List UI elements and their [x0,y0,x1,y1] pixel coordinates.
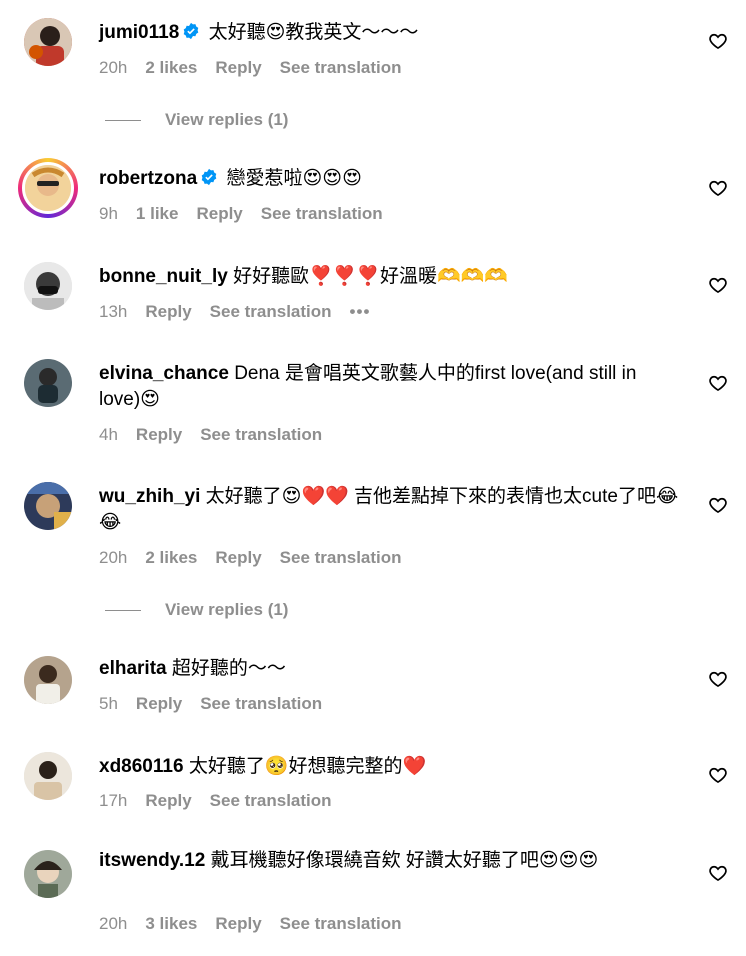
see-translation-button[interactable]: See translation [280,58,402,78]
verified-badge-icon [183,22,199,40]
avatar[interactable] [24,656,72,704]
comment-body: elvina_chance Dena 是會唱英文歌藝人中的first love(… [99,361,679,413]
reply-button[interactable]: Reply [196,204,242,224]
comment-body: robertzona 戀愛惹啦😍😍😍 [99,166,679,192]
comment-meta: 20h 2 likes Reply See translation [99,548,402,568]
comment-text: 超好聽的～～ [171,658,286,679]
view-replies-label: View replies (1) [165,110,289,129]
reply-button[interactable]: Reply [215,914,261,934]
heart-outline-icon[interactable] [708,373,728,393]
timestamp[interactable]: 20h [99,58,127,78]
heart-outline-icon[interactable] [708,275,728,295]
see-translation-button[interactable]: See translation [280,914,402,934]
heart-outline-icon[interactable] [708,31,728,51]
comment-meta: 5h Reply See translation [99,694,322,714]
comment-meta: 17h Reply See translation [99,791,332,811]
comment-meta: 9h 1 like Reply See translation [99,204,383,224]
timestamp[interactable]: 4h [99,425,118,445]
reply-button[interactable]: Reply [136,425,182,445]
timestamp[interactable]: 9h [99,204,118,224]
avatar[interactable] [24,262,72,310]
timestamp[interactable]: 20h [99,548,127,568]
timestamp[interactable]: 20h [99,914,127,934]
likes-count[interactable]: 3 likes [145,914,197,934]
see-translation-button[interactable]: See translation [200,694,322,714]
heart-outline-icon[interactable] [708,495,728,515]
comment-meta: 4h Reply See translation [99,425,322,445]
username[interactable]: bonne_nuit_ly [99,266,228,287]
heart-outline-icon[interactable] [708,178,728,198]
see-translation-button[interactable]: See translation [210,791,332,811]
comment-text: 太好聽😍教我英文～～～ [208,22,419,43]
comment-meta: 13h Reply See translation ••• [99,302,370,322]
username[interactable]: itswendy.12 [99,850,205,871]
comment-text: 好好聽歐❣️❣️❣️好溫暖🫶🫶🫶 [233,266,509,287]
reply-button[interactable]: Reply [215,548,261,568]
see-translation-button[interactable]: See translation [200,425,322,445]
verified-badge-icon [201,168,217,186]
comment-body: jumi0118 太好聽😍教我英文～～～ [99,20,679,46]
comment-body: wu_zhih_yi 太好聽了😍❤️❤️ 吉他差點掉下來的表情也太cute了吧😂… [99,484,679,536]
heart-outline-icon[interactable] [708,863,728,883]
reply-button[interactable]: Reply [215,58,261,78]
see-translation-button[interactable]: See translation [210,302,332,322]
reply-button[interactable]: Reply [145,791,191,811]
comment-text: 太好聽了🥺好想聽完整的❤️ [188,756,427,777]
avatar[interactable] [24,752,72,800]
heart-outline-icon[interactable] [708,765,728,785]
timestamp[interactable]: 5h [99,694,118,714]
more-options-icon[interactable]: ••• [350,302,371,322]
divider [105,609,141,611]
comment-meta: 20h 3 likes Reply See translation [99,914,402,934]
timestamp[interactable]: 13h [99,302,127,322]
heart-outline-icon[interactable] [708,669,728,689]
comment-body: bonne_nuit_ly 好好聽歐❣️❣️❣️好溫暖🫶🫶🫶 [99,264,679,290]
username[interactable]: robertzona [99,168,197,189]
avatar[interactable] [18,158,78,218]
username[interactable]: wu_zhih_yi [99,486,200,507]
view-replies-button[interactable]: View replies (1) [105,110,288,130]
avatar[interactable] [24,18,72,66]
comment-text: 戀愛惹啦😍😍😍 [226,168,362,189]
view-replies-button[interactable]: View replies (1) [105,600,288,620]
avatar[interactable] [24,359,72,407]
comment-body: itswendy.12 戴耳機聽好像環繞音欸 好讚太好聽了吧😍😍😍 [99,848,679,874]
avatar[interactable] [24,482,72,530]
comment-meta: 20h 2 likes Reply See translation [99,58,402,78]
timestamp[interactable]: 17h [99,791,127,811]
username[interactable]: xd860116 [99,756,184,777]
divider [105,119,141,121]
view-replies-label: View replies (1) [165,600,289,619]
likes-count[interactable]: 2 likes [145,548,197,568]
comment-text: 戴耳機聽好像環繞音欸 好讚太好聽了吧😍😍😍 [210,850,599,871]
see-translation-button[interactable]: See translation [261,204,383,224]
username[interactable]: jumi0118 [99,22,179,43]
reply-button[interactable]: Reply [136,694,182,714]
likes-count[interactable]: 1 like [136,204,179,224]
likes-count[interactable]: 2 likes [145,58,197,78]
comment-body: xd860116 太好聽了🥺好想聽完整的❤️ [99,754,679,780]
username[interactable]: elharita [99,658,167,679]
reply-button[interactable]: Reply [145,302,191,322]
username[interactable]: elvina_chance [99,363,229,384]
see-translation-button[interactable]: See translation [280,548,402,568]
comment-body: elharita 超好聽的～～ [99,656,679,682]
avatar[interactable] [24,850,72,898]
